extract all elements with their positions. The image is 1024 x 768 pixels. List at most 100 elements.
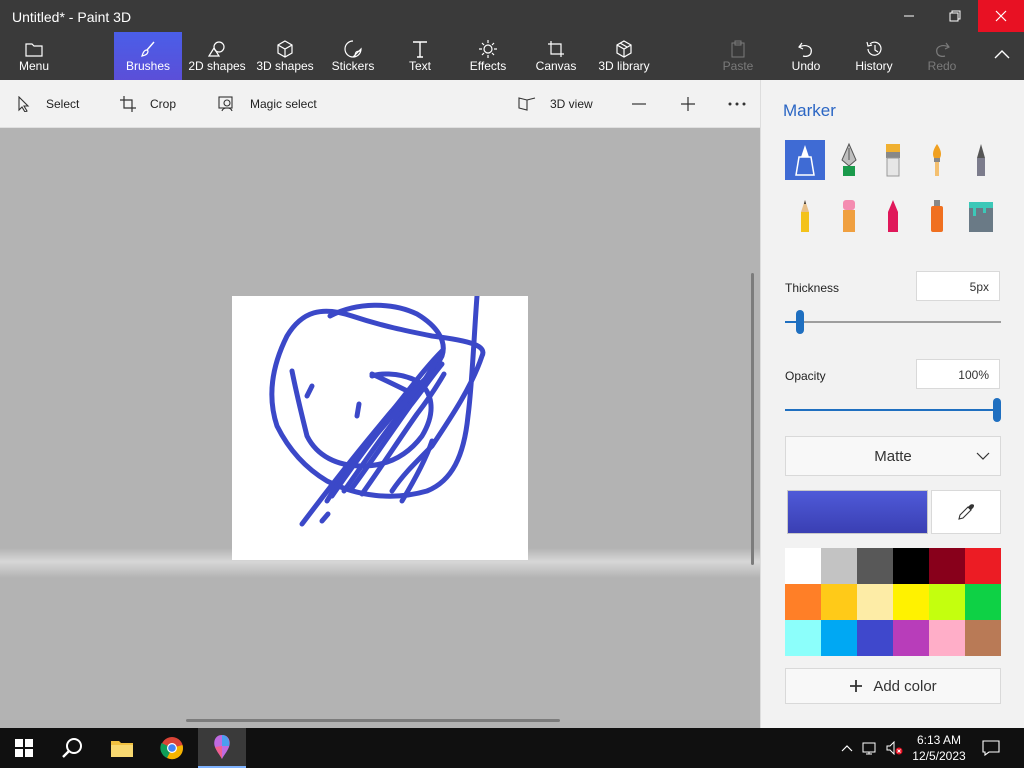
pencil-tool[interactable] [785,196,825,236]
chevron-down-icon [976,452,990,460]
palette-swatch[interactable] [857,548,893,584]
select-button[interactable]: Select [16,80,79,128]
thickness-slider[interactable] [785,310,1001,334]
palette-swatch[interactable] [893,620,929,656]
canvas-toolbar: Select Crop Magic select 3D view [0,80,760,128]
taskbar-clock[interactable]: 6:13 AM 12/5/2023 [900,732,978,764]
tab-text[interactable]: Text [398,32,442,80]
tab-brushes[interactable]: Brushes [114,32,182,80]
paste-button[interactable]: Paste [716,32,760,80]
finish-dropdown[interactable]: Matte [785,436,1001,476]
spray-can-tool[interactable] [917,196,957,236]
palette-swatch[interactable] [857,620,893,656]
pencil-icon [801,200,809,232]
add-color-button[interactable]: Add color [785,668,1001,704]
menu-button[interactable]: Menu [8,32,60,80]
network-button[interactable] [860,728,882,768]
taskbar-file-explorer[interactable] [98,728,146,768]
tab-stickers[interactable]: Stickers [326,32,380,80]
magic-select-button[interactable]: Magic select [218,80,317,128]
notifications-button[interactable] [968,728,1014,768]
zoom-out-button[interactable] [631,80,647,128]
select-label: Select [46,97,80,111]
history-button[interactable]: History [850,32,898,80]
palette-swatch[interactable] [965,620,1001,656]
palette-swatch[interactable] [785,548,821,584]
palette-swatch[interactable] [893,584,929,620]
tab-2d-shapes-label: 2D shapes [188,59,246,73]
brush-panel: Marker Thickness 5px Opacity 100% Matte … [760,80,1024,728]
opacity-slider-thumb[interactable] [993,398,1001,422]
window-controls [886,0,1024,32]
search-icon [62,738,82,758]
thickness-input[interactable]: 5px [916,271,1000,301]
oil-brush-tool[interactable] [873,140,913,180]
opacity-input[interactable]: 100% [916,359,1000,389]
palette-swatch[interactable] [929,584,965,620]
tab-3d-shapes[interactable]: 3D shapes [254,32,316,80]
crop-label: Crop [150,97,177,111]
pixel-pen-tool[interactable] [961,140,1001,180]
palette-swatch[interactable] [821,584,857,620]
eraser-tool[interactable] [829,196,869,236]
crop-icon [120,96,136,112]
opacity-slider[interactable] [785,398,1001,422]
thickness-slider-thumb[interactable] [795,310,804,334]
collapse-ribbon-button[interactable] [994,46,1010,64]
3d-view-button[interactable]: 3D view [518,80,593,128]
zoom-in-button[interactable] [680,80,696,128]
palette-swatch[interactable] [893,548,929,584]
window-title: Untitled* - Paint 3D [12,9,132,25]
search-button[interactable] [48,728,96,768]
panel-title: Marker [783,101,836,120]
start-button[interactable] [0,728,48,768]
menu-label: Menu [18,59,50,73]
tab-effects[interactable]: Effects [464,32,512,80]
show-hidden-icons-button[interactable] [836,728,858,768]
3d-view-icon [518,97,536,111]
watercolor-icon [933,144,941,176]
taskbar-paint3d[interactable] [198,728,246,768]
watercolor-tool[interactable] [917,140,957,180]
crop-button[interactable]: Crop [120,80,176,128]
palette-swatch[interactable] [965,584,1001,620]
minimize-button[interactable] [886,0,932,32]
palette-swatch[interactable] [929,548,965,584]
drawing-canvas[interactable] [232,293,528,560]
horizontal-scrollbar[interactable] [186,719,560,722]
current-color-swatch[interactable] [787,490,928,534]
palette-swatch[interactable] [821,548,857,584]
thickness-label: Thickness [785,281,840,295]
eyedropper-button[interactable] [931,490,1001,534]
crayon-tool[interactable] [873,196,913,236]
drawing-strokes [269,293,486,527]
tab-stickers-label: Stickers [331,59,375,73]
palette-swatch[interactable] [857,584,893,620]
close-button[interactable] [978,0,1024,32]
chevron-up-icon [841,745,853,752]
tab-2d-shapes[interactable]: 2D shapes [186,32,248,80]
brush-icon [141,41,155,57]
finish-value: Matte [874,447,912,465]
palette-swatch[interactable] [965,548,1001,584]
tab-3d-library[interactable]: 3D library [594,32,654,80]
palette-swatch[interactable] [785,584,821,620]
2d-shapes-icon [207,41,225,57]
fill-bucket-tool[interactable] [961,196,1001,236]
redo-button[interactable]: Redo [920,32,964,80]
marker-tool[interactable] [785,140,825,180]
taskbar-chrome[interactable] [148,728,196,768]
palette-swatch[interactable] [821,620,857,656]
vertical-scrollbar[interactable] [751,273,754,565]
palette-swatch[interactable] [785,620,821,656]
more-options-button[interactable] [728,80,746,128]
opacity-label: Opacity [785,369,826,383]
calligraphy-pen-tool[interactable] [829,140,869,180]
plus-icon [850,680,863,692]
restore-button[interactable] [932,0,978,32]
undo-button[interactable]: Undo [784,32,828,80]
eyedropper-icon [958,504,974,520]
tab-canvas[interactable]: Canvas [532,32,580,80]
minus-icon [632,103,646,105]
palette-swatch[interactable] [929,620,965,656]
